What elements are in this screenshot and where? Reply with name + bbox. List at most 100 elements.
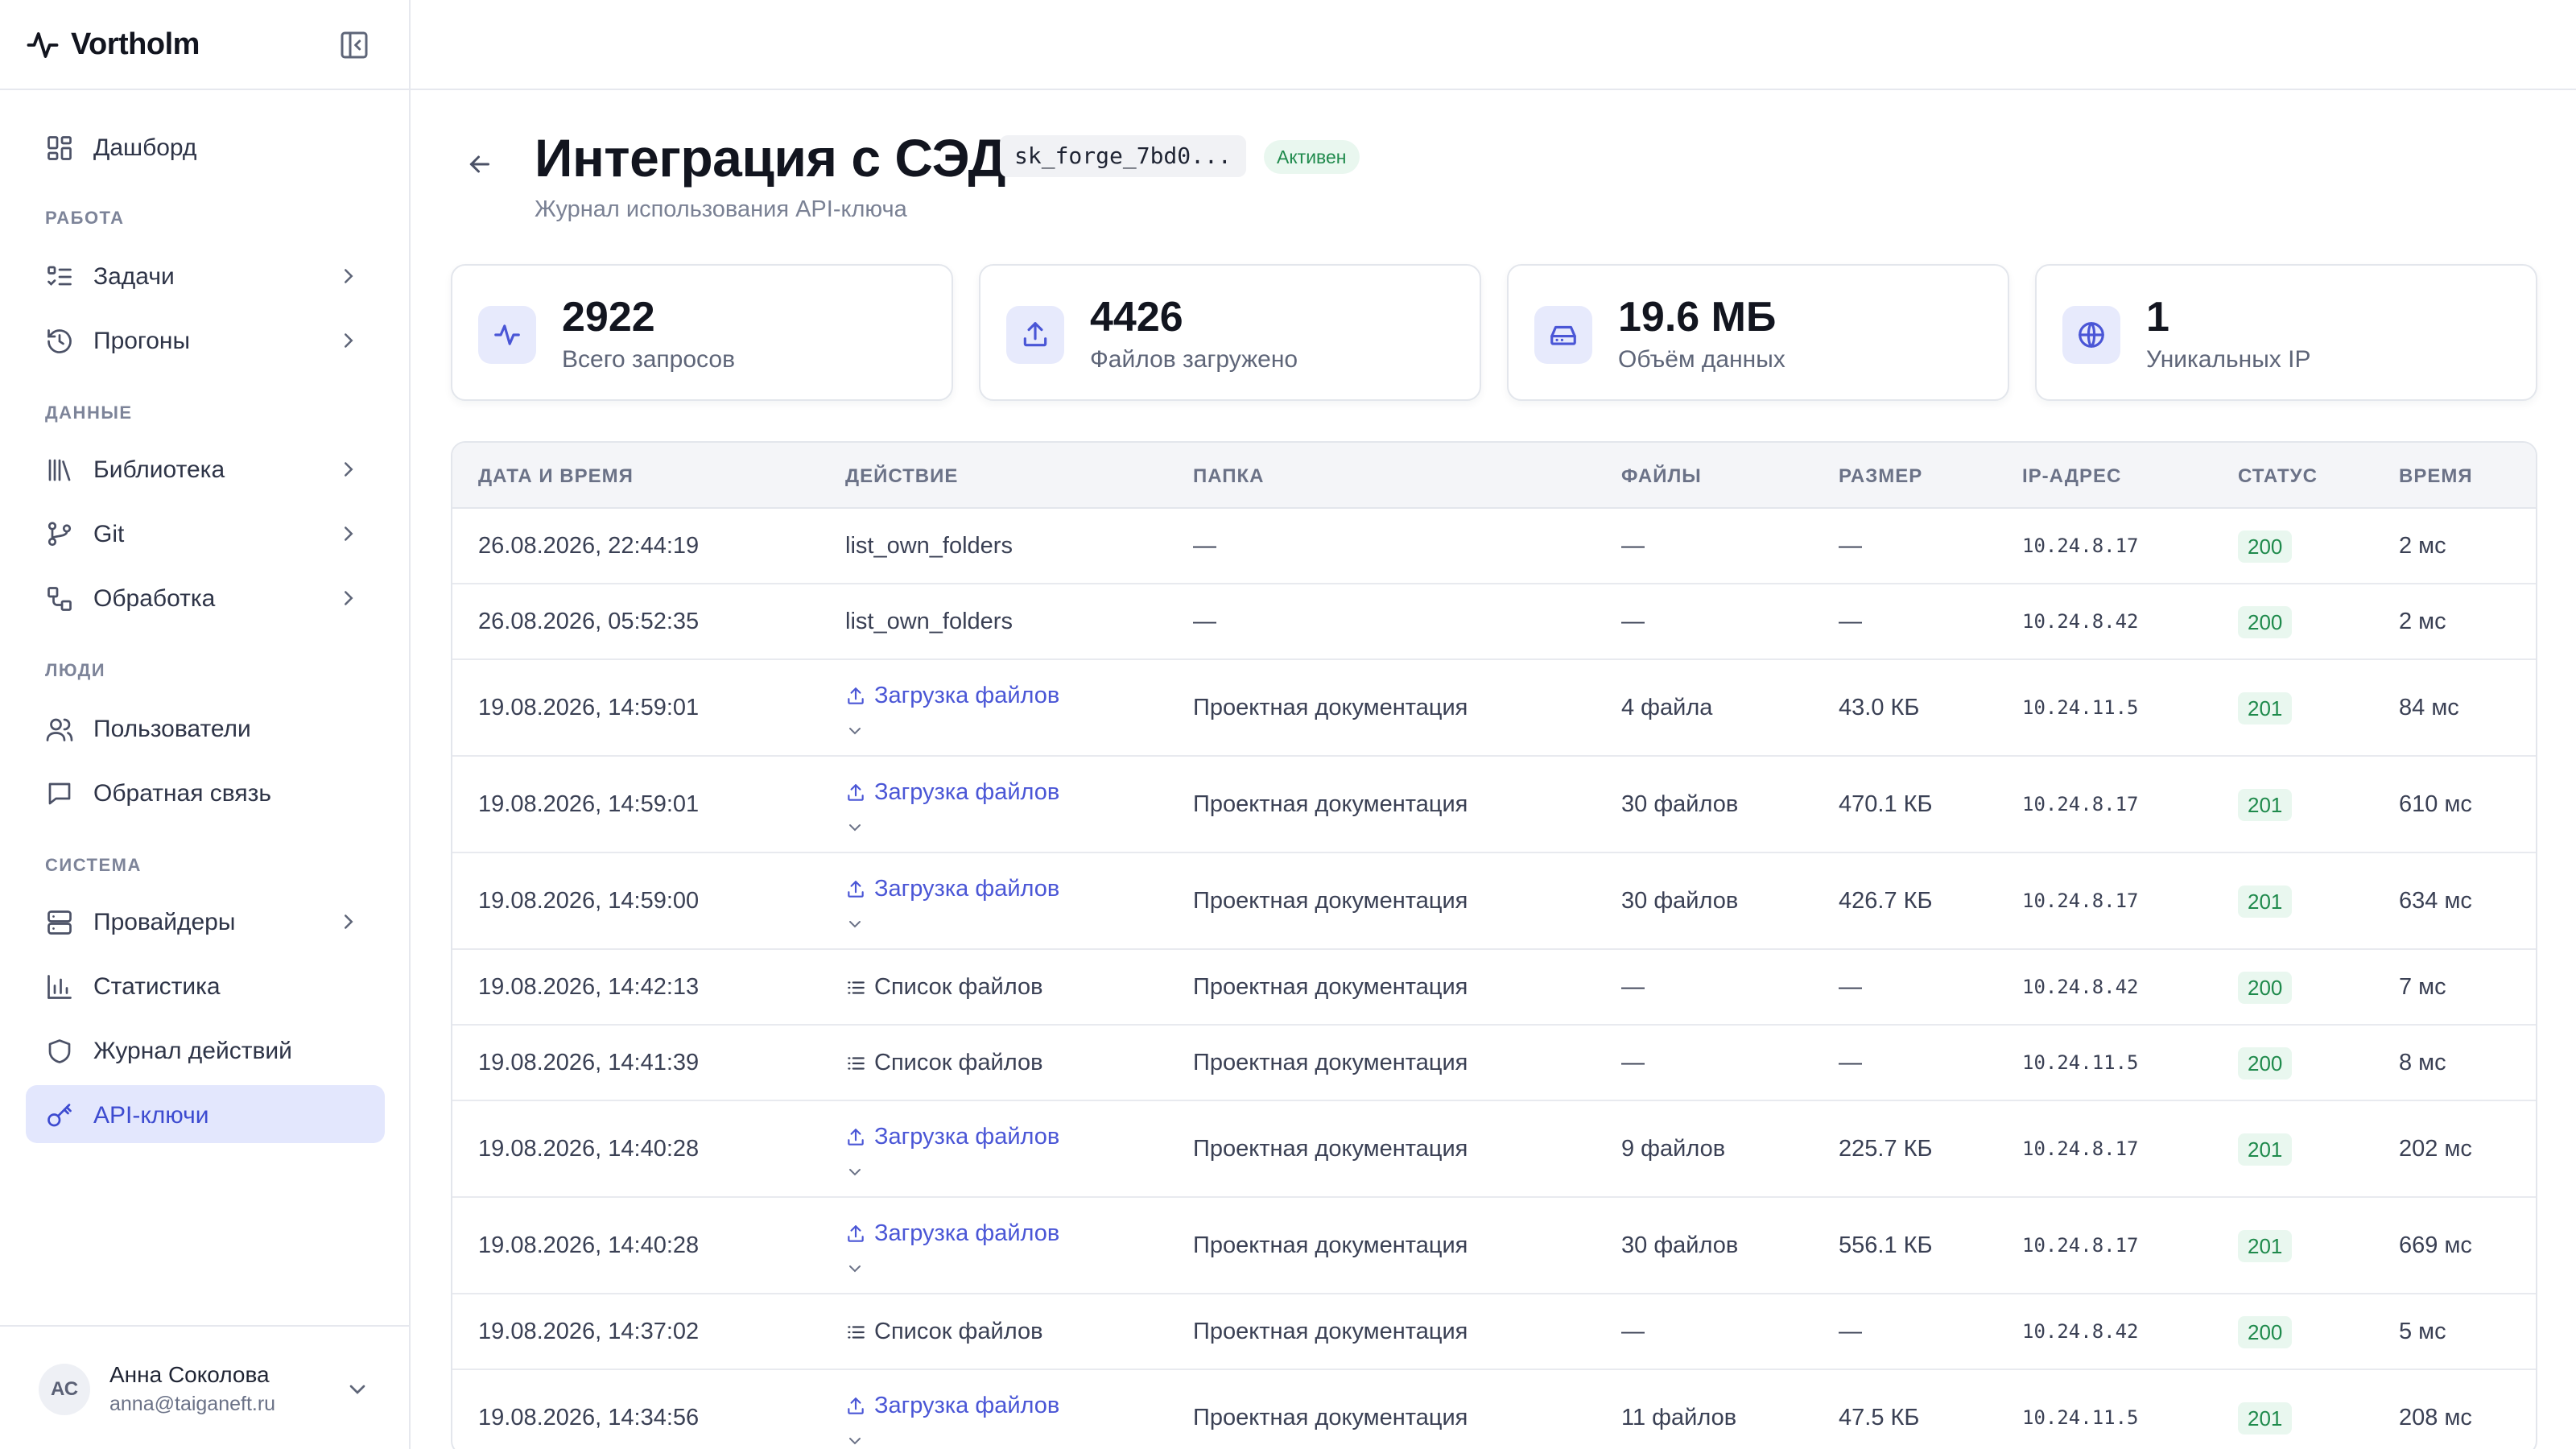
action-upload-files[interactable]: Загрузка файлов [845, 1393, 1059, 1419]
cell-ip: 10.24.8.17 [2022, 535, 2139, 557]
section-label-work: РАБОТА [45, 208, 125, 228]
expand-chevron-icon[interactable] [845, 1259, 865, 1278]
column-header-folder[interactable]: ПАПКА [1193, 465, 1265, 488]
bar-chart-icon [47, 975, 72, 999]
sidebar-item-label: Обратная связь [93, 780, 272, 807]
expand-chevron-icon[interactable] [845, 1162, 865, 1182]
list-icon [848, 980, 865, 994]
top-bar [411, 0, 2576, 90]
chevron-right-icon [345, 526, 353, 541]
table-row[interactable]: 19.08.2026, 14:41:39 Список файлов Проектн… [452, 1026, 2536, 1101]
page-title: Интеграция с СЭД [535, 128, 1006, 188]
cell-ip: 10.24.8.17 [2022, 1137, 2139, 1160]
table-row[interactable]: 19.08.2026, 14:34:56 Загрузка файлов Проек… [452, 1370, 2536, 1449]
sidebar-item-label: Обработка [93, 585, 216, 612]
sidebar-header: Vortholm [0, 0, 409, 90]
app-logo[interactable]: Vortholm [26, 27, 200, 62]
api-key-chip: sk_forge_7bd0... [1000, 135, 1246, 177]
column-header-files[interactable]: ФАЙЛЫ [1621, 465, 1702, 488]
column-header-size[interactable]: РАЗМЕР [1839, 465, 1922, 488]
cell-duration: 610 мс [2399, 791, 2472, 817]
sidebar-item-git[interactable]: Git [26, 504, 385, 562]
sidebar-item-feedback[interactable]: Обратная связь [26, 763, 385, 821]
list-todo-icon [47, 266, 72, 286]
column-header-status[interactable]: СТАТУС [2238, 465, 2318, 488]
status-code-badge: 201 [2238, 1133, 2293, 1166]
table-row[interactable]: 19.08.2026, 14:37:02 Список файлов Проектн… [452, 1294, 2536, 1370]
expand-chevron-icon[interactable] [845, 818, 865, 837]
sidebar-item-label: Задачи [93, 263, 175, 290]
hard-drive-icon [1534, 306, 1592, 364]
table-row[interactable]: 26.08.2026, 22:44:19 list_own_folders — — — 1… [452, 509, 2536, 584]
back-arrow-icon[interactable] [465, 150, 494, 179]
action-label: Загрузка файлов [874, 876, 1060, 902]
cell-size: — [1839, 974, 1862, 1000]
cell-size: 556.1 КБ [1839, 1232, 1933, 1258]
column-header-time[interactable]: ВРЕМЯ [2399, 465, 2473, 488]
cell-datetime: 19.08.2026, 14:40:28 [478, 1136, 700, 1162]
users-icon [46, 718, 73, 741]
cell-size: — [1839, 1319, 1862, 1344]
action-label: Список файлов [874, 974, 1043, 1000]
expand-chevron-icon[interactable] [845, 1431, 865, 1449]
cell-size: 470.1 КБ [1839, 791, 1933, 817]
column-header-ip[interactable]: IP-АДРЕС [2022, 465, 2121, 488]
user-menu[interactable]: АС Анна Соколова anna@taiganeft.ru [0, 1325, 409, 1449]
sidebar-item-users[interactable]: Пользователи [26, 699, 385, 757]
sidebar-item-runs[interactable]: Прогоны [26, 311, 385, 369]
expand-chevron-icon[interactable] [845, 721, 865, 741]
cell-files: 11 файлов [1621, 1405, 1737, 1430]
table-row[interactable]: 19.08.2026, 14:59:01 Загрузка файлов Проек… [452, 757, 2536, 853]
cell-size: — [1839, 609, 1862, 634]
action-upload-files[interactable]: Загрузка файлов [845, 779, 1059, 806]
column-header-action[interactable]: ДЕЙСТВИЕ [845, 465, 958, 488]
avatar: АС [39, 1364, 90, 1415]
sidebar-item-label: Статистика [93, 973, 221, 1000]
table-row[interactable]: 19.08.2026, 14:40:28 Загрузка файлов Проек… [452, 1198, 2536, 1294]
app-name: Vortholm [71, 27, 200, 61]
message-square-icon [48, 782, 71, 805]
table-row[interactable]: 19.08.2026, 14:59:00 Загрузка файлов Проек… [452, 853, 2536, 950]
action-upload-files[interactable]: Загрузка файлов [845, 1220, 1059, 1247]
cell-files: — [1621, 1050, 1645, 1075]
sidebar-item-label: Прогоны [93, 328, 191, 354]
sidebar-item-label: Пользователи [93, 716, 251, 742]
table-row[interactable]: 19.08.2026, 14:42:13 Список файлов Проектн… [452, 950, 2536, 1026]
section-label-people: ЛЮДИ [45, 660, 106, 680]
cell-size: — [1839, 533, 1862, 559]
status-code-badge: 200 [2238, 530, 2293, 563]
table-row[interactable]: 19.08.2026, 14:59:01 Загрузка файлов Проек… [452, 660, 2536, 757]
upload-icon [848, 687, 864, 704]
cell-files: — [1621, 533, 1645, 559]
sidebar-item-api-keys[interactable]: API-ключи [26, 1085, 385, 1143]
expand-chevron-icon[interactable] [845, 914, 865, 934]
sidebar-item-providers[interactable]: Провайдеры [26, 892, 385, 950]
sidebar-item-audit-log[interactable]: Журнал действий [26, 1021, 385, 1079]
stat-value: 1 [2146, 294, 2169, 341]
sidebar-collapse-icon[interactable] [338, 29, 370, 61]
cell-folder: Проектная документация [1193, 1050, 1468, 1075]
upload-icon [848, 1128, 864, 1146]
cell-ip: 10.24.11.5 [2022, 1406, 2139, 1429]
action-upload-files[interactable]: Загрузка файлов [845, 1124, 1059, 1150]
chevron-down-icon[interactable] [345, 1377, 370, 1402]
upload-icon [848, 1224, 864, 1242]
table-header: ДАТА И ВРЕМЯ ДЕЙСТВИЕ ПАПКА ФАЙЛЫ РАЗМЕР… [452, 443, 2536, 509]
sidebar-item-tasks[interactable]: Задачи [26, 246, 385, 304]
action-upload-files[interactable]: Загрузка файлов [845, 876, 1059, 902]
sidebar-item-processing[interactable]: Обработка [26, 568, 385, 626]
column-header-datetime[interactable]: ДАТА И ВРЕМЯ [478, 465, 634, 488]
cell-duration: 634 мс [2399, 888, 2472, 914]
chevron-right-icon [345, 269, 353, 283]
upload-icon [848, 783, 864, 801]
stat-card-uploads: 4426 Файлов загружено [979, 264, 1481, 401]
action-upload-files[interactable]: Загрузка файлов [845, 683, 1059, 709]
sidebar-item-dashboard[interactable]: Дашборд [26, 118, 385, 175]
sidebar-item-statistics[interactable]: Статистика [26, 956, 385, 1014]
list-icon [848, 1056, 865, 1070]
cell-size: 225.7 КБ [1839, 1136, 1933, 1162]
table-row[interactable]: 26.08.2026, 05:52:35 list_own_folders — — — 1… [452, 584, 2536, 660]
sidebar-item-library[interactable]: Библиотека [26, 440, 385, 497]
globe-icon [2062, 306, 2120, 364]
table-row[interactable]: 19.08.2026, 14:40:28 Загрузка файлов Проек… [452, 1101, 2536, 1198]
